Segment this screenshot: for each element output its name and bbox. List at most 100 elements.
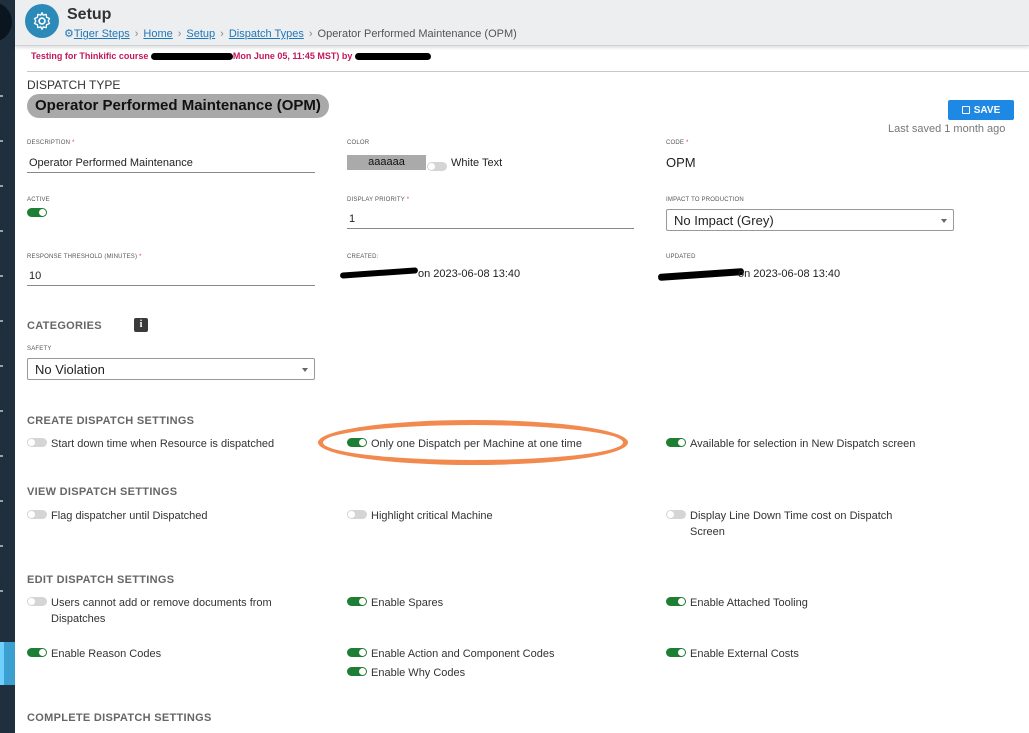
redaction-mark [339, 267, 419, 279]
gear-icon[interactable] [25, 4, 59, 38]
chevron-right-icon: › [134, 28, 139, 40]
highlight-critical-toggle[interactable] [347, 510, 367, 519]
start-downtime-label: Start down time when Resource is dispatc… [51, 438, 275, 450]
enable-reason-codes-toggle[interactable] [27, 648, 47, 657]
section-label: DISPATCH TYPE [27, 78, 121, 92]
save-label: SAVE [973, 104, 1001, 116]
enable-tooling-toggle[interactable] [666, 597, 686, 606]
white-text-toggle[interactable] [427, 162, 447, 171]
breadcrumb: ⚙Tiger Steps › Home › Setup › Dispatch Types › O… [64, 27, 517, 40]
display-priority-label: DISPLAY PRIORITY * [347, 197, 410, 203]
gear-icon-glyph [33, 12, 51, 31]
impact-select[interactable]: No Impact (Grey) [666, 209, 954, 231]
dispatch-type-badge: Operator Performed Maintenance (OPM) [27, 94, 329, 118]
active-toggle[interactable] [27, 208, 47, 217]
rail-marker [0, 500, 3, 502]
rail-marker [0, 545, 3, 547]
enable-reason-codes-label: Enable Reason Codes [51, 648, 162, 660]
complete-settings-title: COMPLETE DISPATCH SETTINGS [27, 712, 212, 724]
display-priority-field[interactable]: 1 [349, 213, 355, 225]
rail-marker [0, 95, 3, 97]
rail-marker [0, 365, 3, 367]
enable-why-codes-label: Enable Why Codes [371, 667, 466, 679]
code-value: OPM [666, 155, 696, 170]
created-value: on 2023-06-08 13:40 [418, 268, 521, 280]
rail-marker [0, 140, 3, 142]
breadcrumb-tiger-steps[interactable]: Tiger Steps [74, 28, 130, 40]
notice-date: Mon June 05, 11:45 MST) by [232, 51, 353, 61]
redaction-mark [354, 53, 431, 61]
users-documents-label: Users cannot add or remove documents fro… [51, 597, 272, 625]
enable-action-codes-label: Enable Action and Component Codes [371, 648, 555, 660]
available-selection-toggle[interactable] [666, 438, 686, 447]
updated-label: UPDATED [666, 254, 696, 260]
rail-marker [0, 410, 3, 412]
response-threshold-label: RESPONSE THRESHOLD (MINUTES) * [27, 254, 142, 260]
rail-marker [0, 590, 3, 592]
flag-dispatcher-toggle[interactable] [27, 510, 47, 519]
users-documents-toggle[interactable] [27, 597, 47, 606]
line-down-cost-toggle[interactable] [666, 510, 686, 519]
line-down-cost-label: Display Line Down Time cost on Dispatch … [690, 510, 893, 538]
rail-marker [0, 230, 3, 232]
created-label: CREATED: [347, 254, 379, 260]
chevron-right-icon: › [308, 28, 313, 40]
available-selection-label: Available for selection in New Dispatch … [690, 438, 916, 450]
breadcrumb-current: Operator Performed Maintenance (OPM) [317, 28, 517, 40]
enable-tooling-label: Enable Attached Tooling [690, 597, 808, 609]
rail-marker [0, 275, 3, 277]
enable-spares-label: Enable Spares [371, 597, 444, 609]
safety-label: SAFETY [27, 346, 52, 352]
redaction-mark [150, 53, 233, 61]
annotation-highlight [318, 420, 628, 465]
view-settings-title: VIEW DISPATCH SETTINGS [27, 486, 178, 498]
page-header: Setup ⚙Tiger Steps › Home › Setup › Dispatch T… [15, 0, 1029, 46]
enable-spares-toggle[interactable] [347, 597, 367, 606]
rail-marker [0, 455, 3, 457]
rail-top-tab [0, 2, 12, 42]
info-icon[interactable]: i [134, 318, 148, 332]
left-nav-rail [0, 0, 15, 733]
notice-prefix: Testing for Thinkific course [31, 51, 149, 61]
caret-down-icon [302, 368, 308, 372]
color-field[interactable]: aaaaaa [347, 155, 426, 170]
rail-marker [0, 320, 3, 322]
last-saved-text: Last saved 1 month ago [888, 123, 1006, 135]
code-label: CODE * [666, 140, 689, 146]
impact-label: IMPACT TO PRODUCTION [666, 197, 744, 203]
save-button[interactable]: SAVE [948, 100, 1014, 120]
chevron-right-icon: › [177, 28, 182, 40]
safety-selected: No Violation [35, 361, 105, 377]
chevron-right-icon: › [220, 28, 224, 40]
field-underline [27, 285, 315, 286]
active-label: ACTIVE [27, 197, 50, 203]
breadcrumb-setup[interactable]: Setup [186, 28, 215, 40]
breadcrumb-home[interactable]: Home [143, 28, 172, 40]
color-label: COLOR [347, 140, 370, 146]
start-downtime-toggle[interactable] [27, 438, 47, 447]
updated-value: on 2023-06-08 13:40 [738, 268, 841, 280]
flag-dispatcher-label: Flag dispatcher until Dispatched [51, 510, 208, 522]
page-title: Setup [67, 6, 112, 23]
save-icon [961, 106, 970, 114]
enable-external-costs-toggle[interactable] [666, 648, 686, 657]
redaction-mark [657, 268, 745, 281]
enable-action-codes-toggle[interactable] [347, 648, 367, 657]
rail-active-item[interactable] [0, 642, 15, 685]
divider [27, 71, 1029, 72]
response-threshold-field[interactable]: 10 [29, 270, 41, 282]
field-underline [347, 228, 634, 229]
notice-banner: Testing for Thinkific course Mon June 05… [31, 51, 431, 61]
categories-title: CATEGORIES [27, 320, 102, 332]
caret-down-icon [941, 219, 947, 223]
settings-icon: ⚙ [64, 28, 74, 40]
enable-external-costs-label: Enable External Costs [690, 648, 799, 660]
breadcrumb-dispatch-types[interactable]: Dispatch Types [229, 28, 304, 40]
field-underline [27, 172, 315, 173]
highlight-critical-label: Highlight critical Machine [371, 510, 493, 522]
rail-marker [0, 185, 3, 187]
enable-why-codes-toggle[interactable] [347, 667, 367, 676]
description-field[interactable]: Operator Performed Maintenance [29, 157, 193, 169]
safety-select[interactable]: No Violation [27, 358, 315, 380]
white-text-label: White Text [451, 157, 503, 169]
